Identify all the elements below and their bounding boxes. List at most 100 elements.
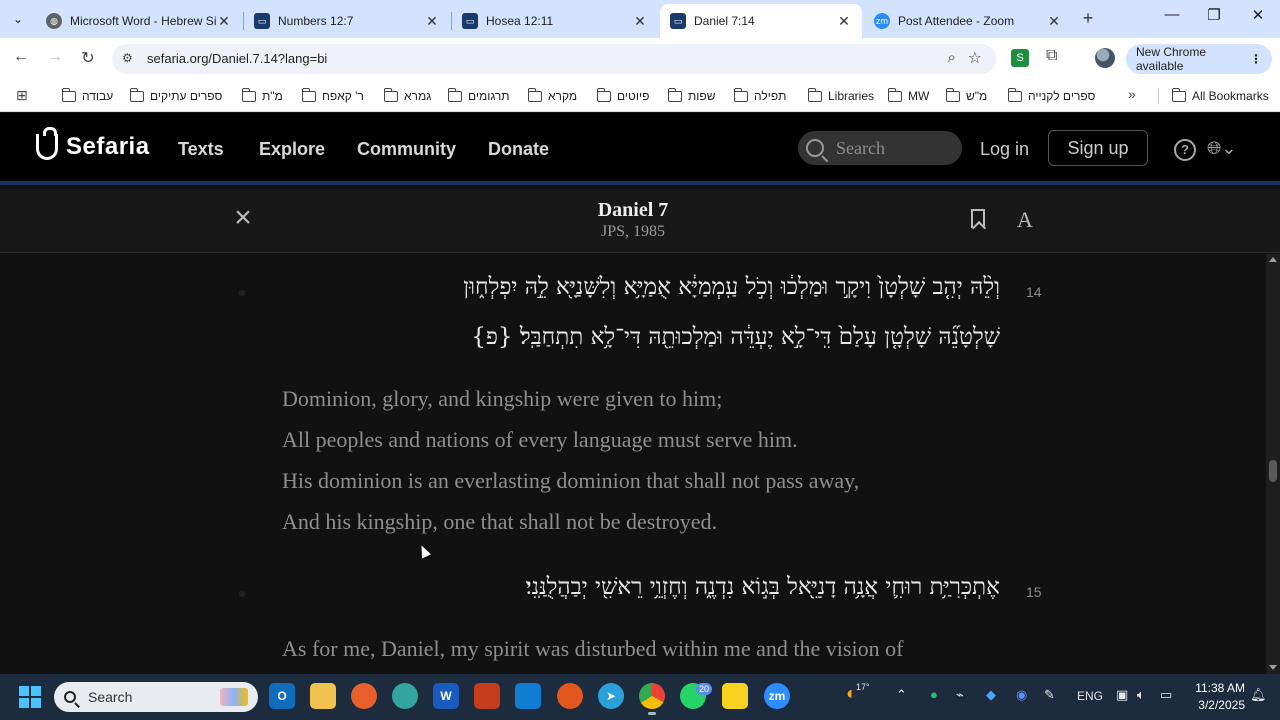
tray-security-icon[interactable]: ◆ [986,687,996,703]
earth-app-icon[interactable] [392,683,418,709]
bookmark-label: מקרא [548,89,578,103]
notifications-bell-icon[interactable]: 🔔︎ [1250,687,1267,703]
firefox-icon[interactable] [351,683,377,709]
taskbar-search-box[interactable]: Search [54,682,258,712]
bookmark-folder[interactable]: מ"ת [241,87,283,105]
system-clock[interactable]: 11:38 AM 3/2/2025 [1189,680,1245,714]
reader-title[interactable]: Daniel 7 [0,199,1266,222]
nav-community[interactable]: Community [357,139,456,160]
tab-title: Microsoft Word - Hebrew Si [70,14,216,28]
tab-hosea[interactable]: ▭ Hosea 12:11 ✕ [452,4,658,38]
close-tab-icon[interactable]: ✕ [424,13,440,30]
tab-daniel-active[interactable]: ▭ Daniel 7:14 ✕ [660,4,862,38]
bookmark-folder[interactable]: MW [887,87,929,105]
help-icon[interactable]: ? [1174,139,1196,161]
display-icon[interactable]: ▣ [1116,687,1128,703]
scroll-down-arrow-icon[interactable] [1269,665,1277,670]
minimize-icon[interactable]: — [1152,6,1192,30]
powerpoint-icon[interactable] [474,683,500,709]
font-size-icon[interactable]: A [1017,207,1033,233]
bookmark-folder[interactable]: מ"ש [945,87,987,105]
sefaria-extension-icon[interactable]: S [1011,49,1029,67]
bookmark-folder[interactable]: גמרא [383,87,431,105]
zoom-magnifier-icon[interactable]: ⌕ [948,49,956,66]
verse-number[interactable]: 14 [1026,284,1042,300]
all-bookmarks-folder[interactable]: All Bookmarks [1171,87,1269,105]
bookmark-folder[interactable]: תפילה [733,87,786,105]
scrollbar-thumb[interactable] [1269,460,1277,482]
more-menu-icon[interactable]: ⋮ [1250,52,1262,66]
telegram-icon[interactable]: ➤ [598,683,624,709]
extensions-puzzle-icon[interactable]: ⧉ [1046,47,1057,65]
close-tab-icon[interactable]: ✕ [216,13,232,30]
sefaria-icon: ▭ [254,13,270,29]
folder-icon [61,87,76,102]
address-bar[interactable]: ⚙ sefaria.org/Daniel.7.14?lang=bi ⌕ ☆ [112,44,996,74]
reader-version[interactable]: JPS, 1985 [0,223,1266,241]
bookmark-star-icon[interactable]: ☆ [968,48,982,68]
tray-pen-icon[interactable]: ✎ [1044,687,1055,703]
tab-search-menu-icon[interactable]: ⌄ [6,7,30,31]
bookmark-folder[interactable]: שפות [667,87,716,105]
file-explorer-icon[interactable] [310,683,336,709]
scroll-up-arrow-icon[interactable] [1269,257,1277,262]
close-tab-icon[interactable]: ✕ [836,13,852,30]
brave-icon[interactable] [557,683,583,709]
windows-start-icon[interactable] [19,686,41,708]
zoom-taskbar-icon[interactable]: zm [764,683,790,709]
nav-explore[interactable]: Explore [259,139,325,160]
sefaria-logo[interactable]: Sefaria [36,127,150,161]
bookmark-label: מ"ת [262,89,283,103]
bookmark-folder[interactable]: מקרא [527,87,578,105]
tray-network-off-icon[interactable]: ⌁ [956,687,964,703]
volume-icon[interactable]: 🔈︎ [1137,687,1145,703]
reload-icon[interactable]: ↻ [77,48,99,70]
forward-arrow-icon[interactable]: → [44,48,66,70]
signup-button[interactable]: Sign up [1048,130,1148,166]
tab-zoom[interactable]: zm Post Attendee - Zoom ✕ [864,4,1072,38]
tab-microsoft-word[interactable]: ◍ Microsoft Word - Hebrew Si ✕ [36,4,242,38]
bookmark-icon[interactable] [971,209,985,228]
new-tab-plus-icon[interactable]: + [1078,8,1098,30]
bookmark-folder[interactable]: ספרים לקנייה [1007,87,1095,105]
close-tab-icon[interactable]: ✕ [632,13,648,30]
bookmark-folder[interactable]: עבודה [61,87,113,105]
url-text[interactable]: sefaria.org/Daniel.7.14?lang=bi [147,51,327,66]
language-globe-icon[interactable]: 🌐︎⌄ [1207,138,1236,159]
outlook-icon[interactable]: O [269,683,295,709]
verse-number[interactable]: 15 [1026,584,1042,600]
page-scrollbar[interactable] [1266,254,1280,674]
bookmark-folder[interactable]: ספרים עתיקים [129,87,222,105]
chrome-icon[interactable] [639,683,665,715]
restore-icon[interactable]: ❐ [1194,6,1234,30]
sticky-notes-icon[interactable] [722,683,748,709]
tray-status-icon[interactable]: ● [930,687,938,702]
battery-icon[interactable]: ▭ [1160,687,1172,703]
search-icon [64,691,76,703]
bookmark-folder[interactable]: ר' קאפח [301,87,364,105]
brand-name: Sefaria [66,133,150,160]
folder-icon [129,87,144,102]
nav-donate[interactable]: Donate [488,139,549,160]
profile-avatar[interactable] [1095,48,1115,68]
windows-app-icon[interactable] [515,683,541,709]
language-indicator[interactable]: ENG [1077,689,1103,703]
close-window-icon[interactable]: ✕ [1238,6,1278,30]
word-icon[interactable]: W [433,683,459,709]
tab-numbers[interactable]: ▭ Numbers 12:7 ✕ [244,4,450,38]
bookmark-folder[interactable]: תרגומים [447,87,510,105]
new-chrome-available-button[interactable]: New Chrome available ⋮ [1126,44,1272,74]
weather-temperature[interactable]: 17° [856,682,870,692]
bookmarks-overflow-icon[interactable]: » [1128,86,1136,102]
bookmark-folder[interactable]: פיוטים [596,87,649,105]
site-info-icon[interactable]: ⚙ [122,51,133,65]
login-link[interactable]: Log in [980,139,1029,160]
bookmark-folder[interactable]: Libraries [807,87,874,105]
back-arrow-icon[interactable]: ← [10,48,32,70]
close-tab-icon[interactable]: ✕ [1046,13,1062,30]
show-hidden-icons-chevron[interactable]: ⌃ [896,687,907,703]
apps-grid-icon[interactable]: ⊞ [16,87,28,104]
tray-zoom-icon[interactable]: ◉ [1016,687,1027,703]
site-search-input[interactable]: Search [798,131,962,165]
nav-texts[interactable]: Texts [178,139,224,160]
